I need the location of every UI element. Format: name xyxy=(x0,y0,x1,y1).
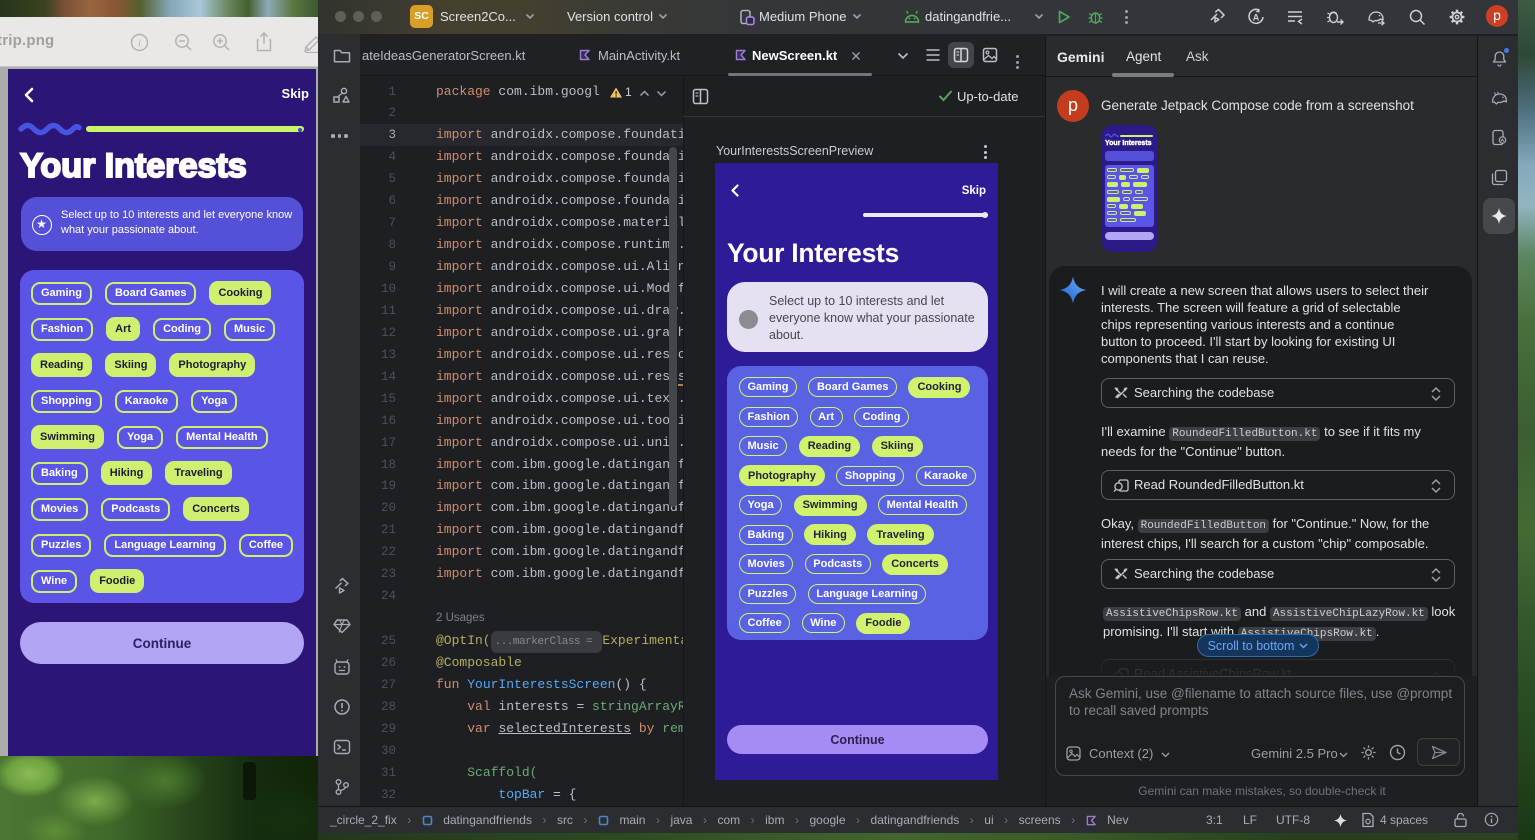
svg-text:i: i xyxy=(138,38,141,50)
svg-text:A: A xyxy=(1253,13,1260,23)
